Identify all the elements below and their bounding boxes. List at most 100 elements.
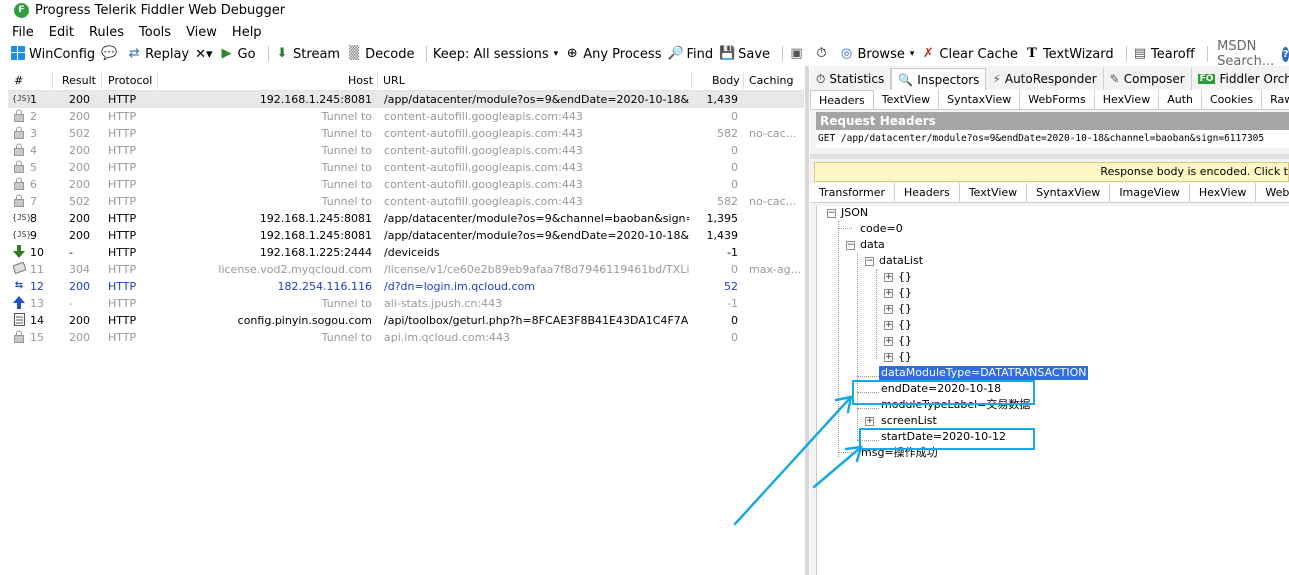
any-process-button[interactable]: ⊕ Any Process <box>564 46 662 62</box>
browse-button[interactable]: ◎ Browse ▾ <box>839 46 915 62</box>
tree-node-json-root[interactable]: JSON <box>841 206 868 220</box>
save-button[interactable]: 💾 Save <box>719 46 770 62</box>
replay-button[interactable]: ⇄ Replay <box>126 46 189 62</box>
menu-view[interactable]: View <box>186 25 217 40</box>
column-header-url[interactable]: URL <box>383 74 405 87</box>
table-row[interactable]: {JS} 1 200 HTTP 192.168.1.245:8081/app/datac… <box>8 91 804 108</box>
tree-node-datalist[interactable]: dataList <box>879 254 923 268</box>
response-tab-syntaxview[interactable]: SyntaxView <box>1027 183 1111 202</box>
menu-help[interactable]: Help <box>232 25 262 40</box>
menu-rules[interactable]: Rules <box>89 25 124 40</box>
textwizard-button[interactable]: T TextWizard <box>1024 46 1113 62</box>
column-header-caching[interactable]: Caching <box>749 74 793 87</box>
request-tab-headers[interactable]: Headers <box>810 90 874 109</box>
timer-button[interactable]: ⏱ <box>814 46 833 62</box>
column-header-protocol[interactable]: Protocol <box>108 74 152 87</box>
tree-node-list-item[interactable]: {} <box>898 270 912 284</box>
response-tab-headers[interactable]: Headers <box>895 183 960 202</box>
collapse-icon[interactable]: − <box>827 209 836 218</box>
clear-cache-button[interactable]: ✗ Clear Cache <box>920 46 1018 62</box>
table-row[interactable]: ⇆ 12 200 HTTP 182.254.116.116/d?dn=login.im.… <box>8 278 804 295</box>
table-row[interactable]: {JS} 9 200 HTTP 192.168.1.245:8081/app/datac… <box>8 227 804 244</box>
save-label: Save <box>738 46 771 62</box>
column-header-host[interactable]: Host <box>348 74 373 87</box>
tree-node-list-item[interactable]: {} <box>898 302 912 316</box>
response-tab-webview[interactable]: WebView <box>1256 183 1289 202</box>
expand-icon[interactable]: + <box>884 289 893 298</box>
lock-icon <box>12 330 26 344</box>
tab-composer[interactable]: ✎ Composer <box>1104 68 1192 90</box>
keep-sessions-dropdown[interactable]: Keep: All sessions ▾ <box>433 47 558 62</box>
cell-url: content-autofill.googleapis.com:443 <box>384 144 583 157</box>
response-encoded-banner[interactable]: Response body is encoded. Click t <box>814 162 1289 182</box>
tearoff-button[interactable]: ▤ Tearoff <box>1132 46 1195 62</box>
request-tab-hexview[interactable]: HexView <box>1095 90 1160 109</box>
tab-autoresponder[interactable]: ⚡ AutoResponder <box>986 68 1104 90</box>
tab-inspectors[interactable]: 🔍 Inspectors <box>891 68 987 90</box>
table-row[interactable]: 7 502 HTTP Tunnel to content-autofill.google… <box>8 193 804 210</box>
column-header-number[interactable]: # <box>14 74 23 87</box>
column-header-result[interactable]: Result <box>62 74 96 87</box>
table-row[interactable]: 2 200 HTTP Tunnel to content-autofill.google… <box>8 108 804 125</box>
table-row[interactable]: 5 200 HTTP Tunnel to content-autofill.google… <box>8 159 804 176</box>
table-row[interactable]: 3 502 HTTP Tunnel to content-autofill.google… <box>8 125 804 142</box>
expand-icon[interactable]: + <box>884 305 893 314</box>
table-row[interactable]: {JS} 8 200 HTTP 192.168.1.245:8081/app/datac… <box>8 210 804 227</box>
tree-node-code[interactable]: code=0 <box>860 222 903 236</box>
response-tab-imageview[interactable]: ImageView <box>1110 183 1190 202</box>
cell-protocol: HTTP <box>108 212 137 225</box>
go-button[interactable]: ▶ Go <box>219 46 256 62</box>
request-tab-raw[interactable]: Raw <box>1262 90 1289 109</box>
decode-button[interactable]: ▒ Decode <box>346 46 414 62</box>
collapse-icon[interactable]: − <box>865 257 874 266</box>
table-row[interactable]: 10 - HTTP 192.168.1.225:2444/deviceids -1 <box>8 244 804 261</box>
table-row[interactable]: 14 200 HTTP config.pinyin.sogou.com/api/too… <box>8 312 804 329</box>
request-tab-cookies[interactable]: Cookies <box>1202 90 1263 109</box>
upload-arrow-icon <box>12 296 26 310</box>
expand-icon[interactable]: + <box>884 337 893 346</box>
column-header-body[interactable]: Body <box>712 74 740 87</box>
tree-node-list-item[interactable]: {} <box>898 334 912 348</box>
response-tab-transformer[interactable]: Transformer <box>810 183 896 202</box>
tree-node-list-item[interactable]: {} <box>898 350 912 364</box>
response-tab-hexview[interactable]: HexView <box>1190 183 1257 202</box>
tree-node-data[interactable]: data <box>860 238 885 252</box>
msdn-search-input[interactable]: MSDN Search... <box>1217 39 1274 69</box>
tree-node-screenlist[interactable]: screenList <box>881 414 937 428</box>
request-tab-syntaxview[interactable]: SyntaxView <box>939 90 1021 109</box>
stream-button[interactable]: ⬇ Stream <box>274 46 341 62</box>
table-row[interactable]: 13 - HTTP Tunnel to ali-stats.jpush.cn:443 -1 <box>8 295 804 312</box>
tab-statistics[interactable]: ⏱ Statistics <box>810 68 892 90</box>
cell-url: content-autofill.googleapis.com:443 <box>384 127 583 140</box>
tree-node-list-item[interactable]: {} <box>898 318 912 332</box>
menu-file[interactable]: File <box>12 25 34 40</box>
table-row[interactable]: 6 200 HTTP Tunnel to content-autofill.google… <box>8 176 804 193</box>
expand-icon[interactable]: + <box>865 417 874 426</box>
expand-icon[interactable]: + <box>884 353 893 362</box>
response-tab-textview[interactable]: TextView <box>960 183 1028 202</box>
remove-button[interactable]: ✕▾ <box>195 47 212 62</box>
request-tab-webforms[interactable]: WebForms <box>1020 90 1095 109</box>
cell-result: 200 <box>69 110 90 123</box>
cell-host: 192.168.1.225:2444 <box>259 246 372 259</box>
help-icon[interactable]: ? <box>1282 46 1289 62</box>
menu-tools[interactable]: Tools <box>139 25 171 40</box>
winconfig-button[interactable]: WinConfig <box>10 46 95 62</box>
comment-button[interactable]: 💬 <box>101 46 120 62</box>
request-tab-textview[interactable]: TextView <box>874 90 940 109</box>
find-button[interactable]: 🔎 Find <box>667 46 713 62</box>
pane-splitter[interactable] <box>805 66 809 575</box>
tab-fiddler-orchestra[interactable]: FO Fiddler Orchestra Be <box>1192 68 1289 90</box>
expand-icon[interactable]: + <box>884 273 893 282</box>
request-tab-auth[interactable]: Auth <box>1159 90 1202 109</box>
table-row[interactable]: 11 304 HTTP license.vod2.myqcloud.com/licen… <box>8 261 804 278</box>
menu-edit[interactable]: Edit <box>49 25 74 40</box>
tree-node-datamoduletype[interactable]: dataModuleType=DATATRANSACTION <box>879 366 1089 380</box>
collapse-icon[interactable]: − <box>846 241 855 250</box>
horizontal-splitter[interactable] <box>810 154 1289 159</box>
expand-icon[interactable]: + <box>884 321 893 330</box>
screenshot-button[interactable]: ▣ <box>789 46 808 62</box>
table-row[interactable]: 4 200 HTTP Tunnel to content-autofill.google… <box>8 142 804 159</box>
table-row[interactable]: 15 200 HTTP Tunnel to api.im.qcloud.com:443 0 <box>8 329 804 346</box>
tree-node-list-item[interactable]: {} <box>898 286 912 300</box>
